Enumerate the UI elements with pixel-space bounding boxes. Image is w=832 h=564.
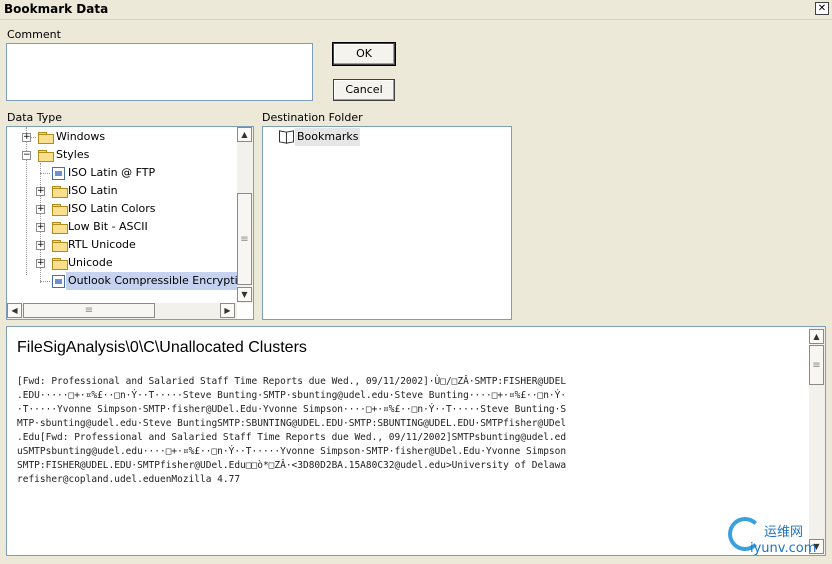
content-line: ·T·····Yvonne Simpson·SMTP·fisher@UDel.E… [17,404,567,415]
folder-icon [52,240,68,252]
tree-item-label: Low Bit - ASCII [68,220,148,233]
content-line: .Edu[Fwd: Professional and Salaried Staf… [17,432,567,443]
tree-item-label: Unicode [68,256,113,269]
tree-item-bookmarks[interactable]: Bookmarks [265,128,365,146]
tree-horizontal-scrollbar[interactable]: ◀ ≡ ▶ [7,303,237,319]
content-preview[interactable]: FileSigAnalysis\0\C\Unallocated Clusters… [6,326,826,556]
comment-field[interactable] [6,43,313,101]
scroll-thumb[interactable]: ≡ [809,345,824,385]
folder-icon [52,222,68,234]
folder-open-icon [38,150,54,162]
title-bar: Bookmark Data ✕ [0,0,832,20]
tree-item-low-bit-ascii[interactable]: + Low Bit - ASCII [7,218,237,236]
content-line: uSMTPsbunting@udel.edu····□+·¤%£··□n·Ý··… [17,446,567,457]
scroll-right-icon[interactable]: ▶ [220,303,235,318]
tree-item-outlook-compressible[interactable]: Outlook Compressible Encryption fo [7,272,237,290]
tree-item-label: ISO Latin [68,184,118,197]
window-title: Bookmark Data [4,2,109,16]
tree-item-label: RTL Unicode [68,238,136,251]
tree-item-label: Windows [56,130,106,143]
folder-icon [52,258,68,270]
content-line: [Fwd: Professional and Salaried Staff Ti… [17,376,567,387]
document-icon [52,167,65,180]
content-path: FileSigAnalysis\0\C\Unallocated Clusters [17,339,307,356]
expand-icon[interactable]: + [36,187,45,196]
tree-item-label: Bookmarks [295,128,361,146]
destination-folder-label: Destination Folder [262,111,363,124]
document-icon [52,275,65,288]
tree-item-windows[interactable]: + Windows [7,128,237,146]
scroll-thumb[interactable]: ≡ [237,193,252,285]
expand-icon[interactable]: + [36,241,45,250]
content-line: .EDU·····□+·¤%£··□n·Ý··T·····Steve Bunti… [17,390,567,401]
tree-viewport: + Windows − Styles ISO Latin @ FTP + ISO… [7,127,237,302]
destination-folder-tree[interactable]: Bookmarks [262,126,512,320]
tree-item-iso-latin-colors[interactable]: + ISO Latin Colors [7,200,237,218]
tree-vertical-scrollbar[interactable]: ▲ ≡ ▼ [237,127,253,303]
tree-item-iso-latin-ftp[interactable]: ISO Latin @ FTP [7,164,237,182]
content-line: SMTP:FISHER@UDEL.EDU·SMTPfisher@UDel.Edu… [17,460,567,471]
cancel-button[interactable]: Cancel [333,79,395,101]
tree-item-rtl-unicode[interactable]: + RTL Unicode [7,236,237,254]
expand-icon[interactable]: + [36,205,45,214]
scroll-thumb[interactable]: ≡ [23,303,155,318]
scroll-left-icon[interactable]: ◀ [7,303,22,318]
expand-icon[interactable]: + [36,259,45,268]
watermark-domain: iyunv.com [750,541,817,556]
scroll-down-icon[interactable]: ▼ [237,287,252,302]
tree-item-label: ISO Latin Colors [68,202,156,215]
watermark-logo: 运维网 iyunv.com [728,515,828,561]
book-icon [279,131,293,143]
scroll-up-icon[interactable]: ▲ [237,127,252,142]
content-line: refisher@copland.udel.eduenMozilla 4.77 [17,474,241,485]
close-button[interactable]: ✕ [815,2,829,15]
tree-item-label: Outlook Compressible Encryption fo [66,272,237,290]
folder-icon [52,186,68,198]
scroll-up-icon[interactable]: ▲ [809,329,824,344]
comment-label: Comment [7,28,61,41]
collapse-icon[interactable]: − [22,151,31,160]
tree-item-label: ISO Latin @ FTP [68,166,156,179]
tree-item-label: Styles [56,148,90,161]
watermark-brand: 运维网 [764,525,804,540]
data-type-label: Data Type [7,111,63,124]
tree-item-styles[interactable]: − Styles [7,146,237,164]
expand-icon[interactable]: + [36,223,45,232]
expand-icon[interactable]: + [22,133,31,142]
content-line: MTP·sbunting@udel.edu·Steve BuntingSMTP:… [17,418,567,429]
ok-button[interactable]: OK [332,42,396,66]
content-text: [Fwd: Professional and Salaried Staff Ti… [17,375,566,487]
folder-icon [38,132,54,144]
data-type-tree[interactable]: + Windows − Styles ISO Latin @ FTP + ISO… [6,126,254,320]
tree-item-iso-latin[interactable]: + ISO Latin [7,182,237,200]
folder-icon [52,204,68,216]
tree-item-unicode[interactable]: + Unicode [7,254,237,272]
